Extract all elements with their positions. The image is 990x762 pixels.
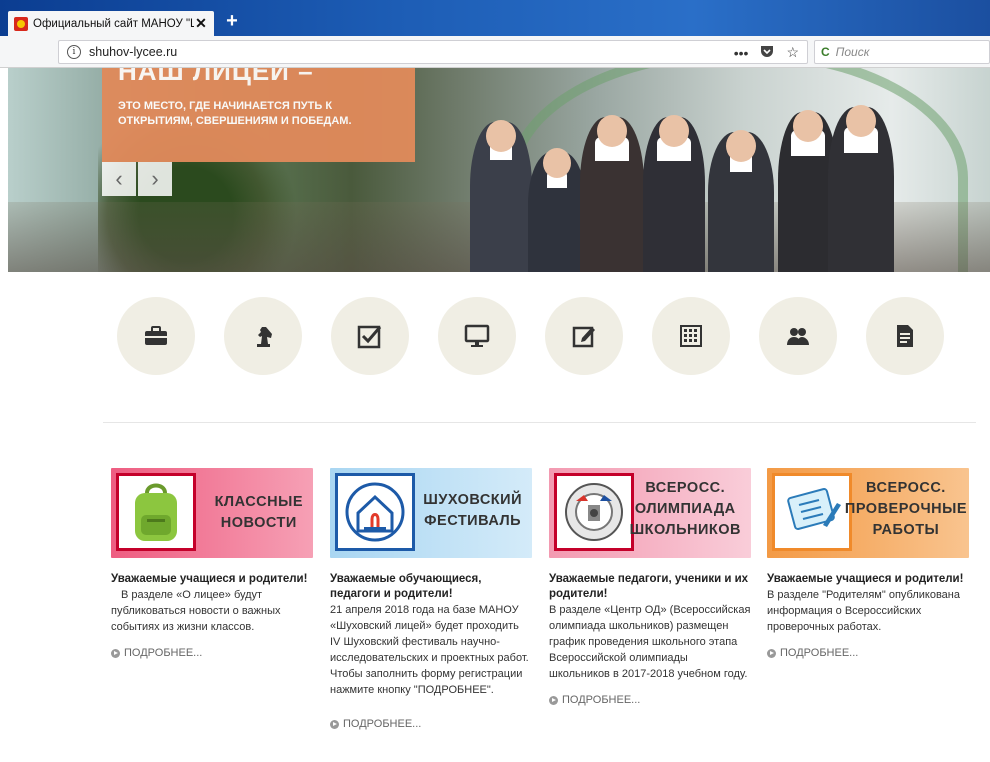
document-icon[interactable] <box>866 297 944 375</box>
hero-subtitle: ЭТО МЕСТО, ГДЕ НАЧИНАЕТСЯ ПУТЬ К ОТКРЫТИ… <box>118 99 352 129</box>
card-banner-title-line: РАБОТЫ <box>872 522 940 538</box>
card-text: В разделе «Центр ОД» (Всероссийская олим… <box>549 604 751 680</box>
card-banner-title-line: ШКОЛЬНИКОВ <box>629 522 741 538</box>
read-more-link[interactable]: ПОДРОБНЕЕ... <box>767 647 969 659</box>
checkbox-icon[interactable] <box>331 297 409 375</box>
student-figure <box>828 105 894 272</box>
read-more-link[interactable]: ПОДРОБНЕЕ... <box>111 647 313 659</box>
tab-bar: Официальный сайт МАНОУ "Ш ✕ + <box>0 0 990 36</box>
card-banner-title-line: ШУХОВСКИЙ <box>423 492 522 508</box>
search-placeholder: Поиск <box>835 45 870 59</box>
hero-caption-box: НАШ ЛИЦЕЙ – ЭТО МЕСТО, ГДЕ НАЧИНАЕТСЯ ПУ… <box>102 68 415 162</box>
bookmark-star-icon[interactable]: ☆ <box>786 44 799 61</box>
tab-title: Официальный сайт МАНОУ "Ш <box>33 17 194 30</box>
card-banner-title-line: КЛАССНЫЕ <box>214 494 303 510</box>
hero-heading: НАШ ЛИЦЕЙ – <box>118 68 314 86</box>
card-banner-title-line: ПРОВЕРОЧНЫЕ <box>844 501 967 517</box>
site-info-icon[interactable]: i <box>67 45 81 59</box>
browser-tab[interactable]: Официальный сайт МАНОУ "Ш ✕ <box>8 11 214 36</box>
chess-knight-icon[interactable] <box>224 297 302 375</box>
card-heading: Уважаемые учащиеся и родители! <box>111 573 308 585</box>
read-more-label: ПОДРОБНЕЕ... <box>780 647 859 659</box>
card-banner-title: ВСЕРОСС. ПРОВЕРОЧНЫЕ РАБОТЫ <box>845 478 967 541</box>
site-favicon-icon <box>14 16 28 31</box>
page-actions: ••• ☆ <box>734 44 799 61</box>
read-more-link[interactable]: ПОДРОБНЕЕ... <box>330 718 532 730</box>
pocket-icon[interactable] <box>760 45 774 61</box>
arrow-circle-icon <box>767 648 776 658</box>
new-tab-button[interactable]: + <box>220 10 244 33</box>
arrow-circle-icon <box>111 648 120 658</box>
search-engine-icon[interactable]: C <box>821 45 830 59</box>
slider-prev-button[interactable]: ‹ <box>102 162 136 196</box>
card-banner-title-line: ОЛИМПИАДА <box>634 501 736 517</box>
hero-subtitle-line: ОТКРЫТИЯМ, СВЕРШЕНИЯМ И ПОБЕДАМ. <box>118 115 352 127</box>
backpack-icon <box>116 473 196 551</box>
card-text: 21 апреля 2018 года на базе МАНОУ «Шухов… <box>330 604 529 664</box>
card-text: Чтобы заполнить форму регистрации нажмит… <box>330 668 523 696</box>
student-figure <box>470 120 532 272</box>
student-figure <box>708 130 774 272</box>
hero-subtitle-line: ЭТО МЕСТО, ГДЕ НАЧИНАЕТСЯ ПУТЬ К <box>118 100 333 112</box>
hero-slider: НАШ ЛИЦЕЙ – ЭТО МЕСТО, ГДЕ НАЧИНАЕТСЯ ПУ… <box>8 68 990 272</box>
card-banner-title: КЛАССНЫЕ НОВОСТИ <box>215 492 303 534</box>
search-input[interactable]: C Поиск <box>814 40 990 64</box>
read-more-label: ПОДРОБНЕЕ... <box>343 718 422 730</box>
news-card: ВСЕРОСС. ОЛИМПИАДА ШКОЛЬНИКОВ Уважаемые … <box>549 468 751 706</box>
card-banner[interactable]: ВСЕРОСС. ОЛИМПИАДА ШКОЛЬНИКОВ <box>549 468 751 558</box>
page-actions-menu-icon[interactable]: ••• <box>734 45 749 61</box>
read-more-link[interactable]: ПОДРОБНЕЕ... <box>549 694 751 706</box>
edit-icon[interactable] <box>545 297 623 375</box>
monitor-icon[interactable] <box>438 297 516 375</box>
card-text: В разделе "Родителям" опубликована инфор… <box>767 589 960 633</box>
read-more-label: ПОДРОБНЕЕ... <box>124 647 203 659</box>
festival-logo-icon <box>335 473 415 551</box>
card-heading: Уважаемые педагоги, ученики и их родител… <box>549 573 749 600</box>
card-banner-title-line: НОВОСТИ <box>220 515 297 531</box>
calendar-icon[interactable] <box>652 297 730 375</box>
read-more-label: ПОДРОБНЕЕ... <box>562 694 641 706</box>
news-card: КЛАССНЫЕ НОВОСТИ Уважаемые учащиеся и ро… <box>111 468 313 659</box>
student-figure <box>528 148 586 272</box>
slider-next-button[interactable]: › <box>138 162 172 196</box>
card-text: В разделе «О лицее» будут публиковаться … <box>111 589 281 633</box>
card-banner-title-line: ВСЕРОСС. <box>866 480 946 496</box>
news-card: ВСЕРОСС. ПРОВЕРОЧНЫЕ РАБОТЫ Уважаемые уч… <box>767 468 969 659</box>
news-card: ШУХОВСКИЙ ФЕСТИВАЛЬ Уважаемые обучающиес… <box>330 468 532 730</box>
card-banner-title: ВСЕРОСС. ОЛИМПИАДА ШКОЛЬНИКОВ <box>630 478 741 541</box>
student-figure <box>580 115 644 272</box>
nav-bar: i shuhov-lycee.ru ••• ☆ C Поиск <box>0 36 990 68</box>
arrow-circle-icon <box>330 719 339 729</box>
card-banner[interactable]: ШУХОВСКИЙ ФЕСТИВАЛЬ <box>330 468 532 558</box>
close-tab-icon[interactable]: ✕ <box>194 15 208 32</box>
card-banner-title-line: ВСЕРОСС. <box>645 480 726 496</box>
users-icon[interactable] <box>759 297 837 375</box>
student-figure <box>643 115 705 272</box>
olympiad-emblem-icon <box>554 473 634 551</box>
card-banner[interactable]: КЛАССНЫЕ НОВОСТИ <box>111 468 313 558</box>
card-heading: Уважаемые обучающиеся, педагоги и родите… <box>330 573 482 600</box>
briefcase-icon[interactable] <box>117 297 195 375</box>
url-text: shuhov-lycee.ru <box>89 45 178 59</box>
card-banner-title: ШУХОВСКИЙ ФЕСТИВАЛЬ <box>423 490 522 532</box>
card-heading: Уважаемые учащиеся и родители! <box>767 573 964 585</box>
checklist-icon <box>772 473 852 551</box>
arrow-circle-icon <box>549 695 558 705</box>
card-banner[interactable]: ВСЕРОСС. ПРОВЕРОЧНЫЕ РАБОТЫ <box>767 468 969 558</box>
address-bar[interactable]: i shuhov-lycee.ru ••• ☆ <box>58 40 808 64</box>
card-banner-title-line: ФЕСТИВАЛЬ <box>424 513 522 529</box>
section-divider <box>103 422 976 423</box>
